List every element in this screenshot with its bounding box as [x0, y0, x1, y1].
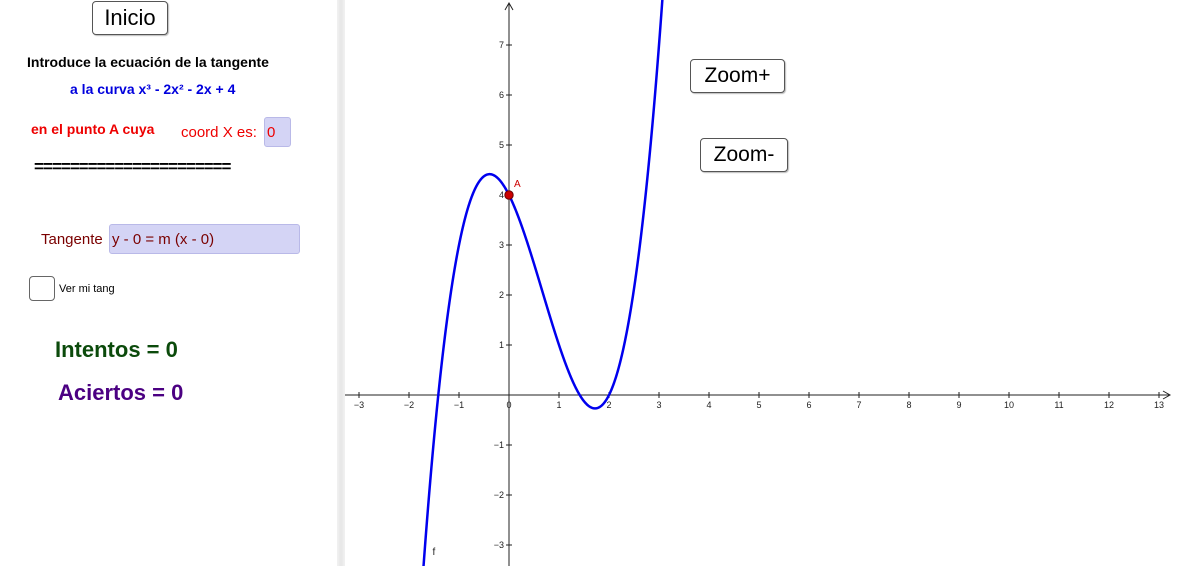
y-tick-label: 4	[499, 190, 504, 200]
x-tick-label: 9	[956, 400, 961, 410]
y-tick-label: 6	[499, 90, 504, 100]
tangent-input-value: y - 0 = m (x - 0)	[112, 230, 215, 248]
y-tick-label: 5	[499, 140, 504, 150]
x-tick-label: −2	[404, 400, 414, 410]
panel-divider[interactable]	[337, 0, 345, 566]
y-tick-label: −3	[494, 540, 504, 550]
coord-x-value: 0	[267, 123, 276, 141]
y-tick-label: −1	[494, 440, 504, 450]
y-tick-label: 3	[499, 240, 504, 250]
x-tick-label: 2	[606, 400, 611, 410]
x-tick-label: 3	[656, 400, 661, 410]
x-tick-label: 8	[906, 400, 911, 410]
x-tick-label: 10	[1004, 400, 1014, 410]
x-tick-label: −3	[354, 400, 364, 410]
aciertos-counter: Aciertos = 0	[58, 380, 184, 405]
separator-line: ======================	[34, 157, 231, 176]
x-tick-label: 6	[806, 400, 811, 410]
tangent-label: Tangente	[41, 231, 103, 248]
y-tick-label: 1	[499, 340, 504, 350]
y-tick-label: −2	[494, 490, 504, 500]
origin-label: 0	[506, 400, 511, 410]
ver-mi-tang-label: Ver mi tang	[59, 283, 115, 295]
coord-x-label: coord X es:	[181, 124, 257, 141]
tangent-input[interactable]: y - 0 = m (x - 0)	[109, 224, 300, 254]
x-tick-label: 11	[1054, 400, 1063, 410]
x-tick-label: 7	[856, 400, 861, 410]
y-tick-label: 7	[499, 40, 504, 50]
zoom-in-button[interactable]: Zoom+	[690, 59, 785, 93]
x-tick-label: 13	[1154, 400, 1164, 410]
x-tick-label: 4	[706, 400, 711, 410]
function-curve[interactable]	[422, 0, 664, 566]
instruction-line-3: en el punto A cuya	[31, 121, 155, 137]
x-tick-label: 12	[1104, 400, 1114, 410]
left-panel: Inicio Introduce la ecuación de la tange…	[0, 0, 337, 566]
zoom-out-button[interactable]: Zoom-	[700, 138, 788, 172]
coord-x-input[interactable]: 0	[264, 117, 291, 147]
instruction-line-1: Introduce la ecuación de la tangente	[27, 54, 269, 70]
ver-mi-tang-checkbox[interactable]	[29, 276, 55, 301]
x-tick-label: 1	[556, 400, 561, 410]
x-tick-label: 5	[756, 400, 761, 410]
function-label: f	[433, 547, 436, 558]
x-tick-label: −1	[454, 400, 464, 410]
instruction-line-2: a la curva x³ - 2x² - 2x + 4	[70, 81, 236, 97]
y-tick-label: 2	[499, 290, 504, 300]
point-a[interactable]	[504, 190, 514, 200]
point-a-label: A	[514, 179, 521, 190]
intentos-counter: Intentos = 0	[55, 337, 178, 362]
inicio-button[interactable]: Inicio	[92, 1, 168, 35]
